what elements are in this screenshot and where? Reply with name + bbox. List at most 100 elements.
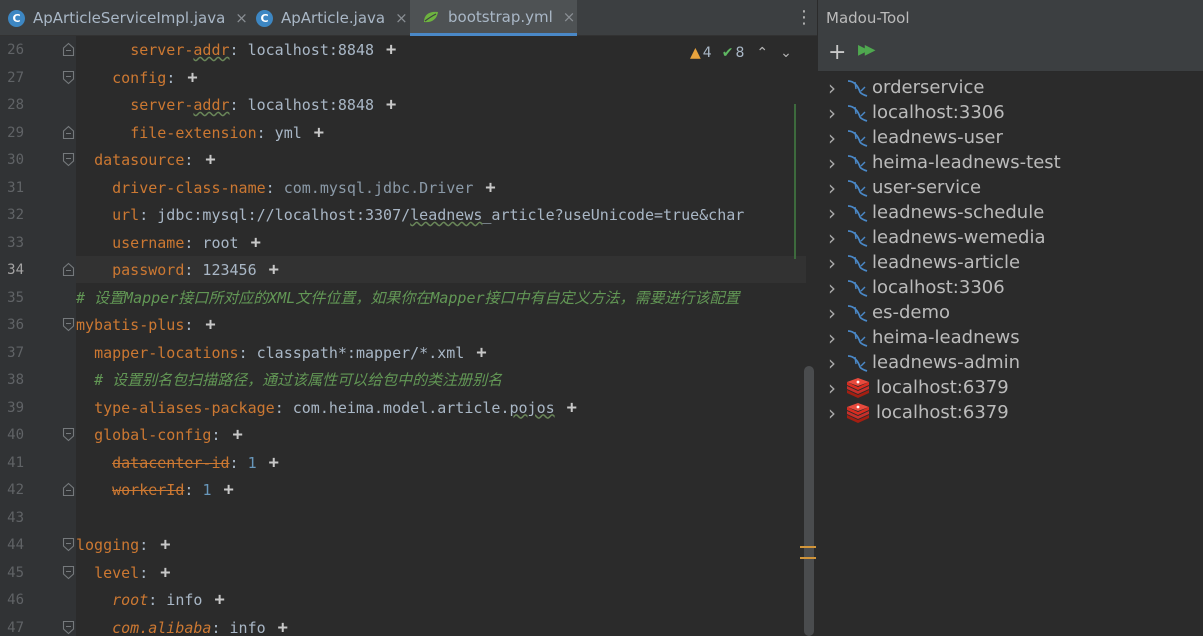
fold-start-icon[interactable] [62, 152, 75, 167]
tree-item-connection[interactable]: › localhost:3306 [818, 100, 1005, 125]
close-icon[interactable]: × [395, 9, 408, 27]
add-property-icon[interactable]: + [485, 178, 495, 198]
add-property-icon[interactable]: + [278, 618, 288, 636]
chevron-right-icon[interactable]: › [818, 326, 846, 350]
code-line[interactable]: type-aliases-package: com.heima.model.ar… [76, 395, 577, 422]
add-property-icon[interactable]: + [205, 315, 215, 335]
line-number: 31 [7, 179, 24, 196]
code-line[interactable]: password: 123456 + [76, 257, 279, 284]
add-property-icon[interactable]: + [205, 150, 215, 170]
chevron-down-icon[interactable]: ⌄ [780, 45, 792, 61]
fold-end-icon[interactable] [62, 262, 75, 277]
tree-item-connection[interactable]: › heima-leadnews [818, 325, 1020, 350]
code-line[interactable]: driver-class-name: com.mysql.jdbc.Driver… [76, 175, 496, 202]
add-property-icon[interactable]: + [314, 123, 324, 143]
tree-item-connection[interactable]: › leadnews-admin [818, 350, 1020, 375]
fold-start-icon[interactable] [62, 537, 75, 552]
add-property-icon[interactable]: + [269, 453, 279, 473]
code-line[interactable]: mapper-locations: classpath*:mapper/*.xm… [76, 340, 487, 367]
code-line[interactable]: level: + [76, 560, 170, 587]
add-property-icon[interactable]: + [476, 343, 486, 363]
code-line[interactable]: workerId: 1 + [76, 477, 234, 504]
chevron-right-icon[interactable]: › [818, 201, 846, 225]
add-icon[interactable]: + [828, 40, 846, 66]
chevron-right-icon[interactable]: › [818, 401, 846, 425]
code-line[interactable]: logging: + [76, 532, 171, 559]
tree-item-connection[interactable]: › user-service [818, 175, 981, 200]
chevron-up-icon[interactable]: ⌃ [756, 45, 768, 61]
code-line[interactable]: file-extension: yml + [76, 120, 324, 147]
tree-item-connection[interactable]: › localhost:6379 [818, 375, 1009, 400]
add-property-icon[interactable]: + [160, 535, 170, 555]
add-property-icon[interactable]: + [386, 40, 396, 60]
add-property-icon[interactable]: + [160, 563, 170, 583]
tree-item-connection[interactable]: › leadnews-schedule [818, 200, 1044, 225]
fold-start-icon[interactable] [62, 565, 75, 580]
code-line[interactable]: root: info + [76, 587, 225, 614]
chevron-right-icon[interactable]: › [818, 376, 846, 400]
chevron-right-icon[interactable]: › [818, 301, 846, 325]
chevron-right-icon[interactable]: › [818, 101, 846, 125]
code-editor[interactable]: C ApArticleServiceImpl.java × C ApArticl… [0, 0, 817, 636]
inspection-status[interactable]: ▲ 4 ✔ 8 ⌃ ⌄ [690, 42, 792, 64]
tab-ap-article[interactable]: C ApArticle.java × [248, 0, 410, 36]
tree-item-connection[interactable]: › localhost:3306 [818, 275, 1005, 300]
chevron-right-icon[interactable]: › [818, 276, 846, 300]
add-property-icon[interactable]: + [567, 398, 577, 418]
code-line[interactable]: url: jdbc:mysql://localhost:3307/leadnew… [76, 202, 744, 229]
add-property-icon[interactable]: + [187, 68, 197, 88]
code-line[interactable]: mybatis-plus: + [76, 312, 216, 339]
add-property-icon[interactable]: + [251, 233, 261, 253]
close-icon[interactable]: × [235, 9, 248, 27]
code-line[interactable]: config: + [76, 65, 197, 92]
code-line[interactable]: com.alibaba: info + [76, 615, 288, 636]
tree-item-label: leadnews-article [872, 252, 1021, 273]
code-line[interactable]: global-config: + [76, 422, 243, 449]
tree-item-connection[interactable]: › leadnews-user [818, 125, 1003, 150]
add-property-icon[interactable]: + [233, 425, 243, 445]
code-line[interactable]: # 设置别名包扫描路径，通过该属性可以给包中的类注册别名 [76, 367, 502, 394]
chevron-right-icon[interactable]: › [818, 351, 846, 375]
error-stripe-marker[interactable] [800, 546, 816, 548]
code-line[interactable]: # 设置Mapper接口所对应的XML文件位置，如果你在Mapper接口中有自定… [76, 285, 740, 312]
fold-start-icon[interactable] [62, 427, 75, 442]
code-line[interactable]: server-addr: localhost:8848 + [76, 92, 396, 119]
code-token: : [166, 68, 176, 87]
run-all-icon[interactable]: ▶▶ [858, 42, 875, 58]
tab-bootstrap-yml[interactable]: bootstrap.yml × [410, 0, 577, 36]
add-property-icon[interactable]: + [269, 260, 279, 280]
close-icon[interactable]: × [563, 8, 576, 26]
tab-ap-article-service-impl[interactable]: C ApArticleServiceImpl.java × [0, 0, 248, 36]
tree-item-connection[interactable]: › orderservice [818, 75, 984, 100]
tree-item-connection[interactable]: › localhost:6379 [818, 400, 1009, 425]
fold-start-icon[interactable] [62, 620, 75, 635]
connection-tree[interactable]: › orderservice › localhost:3306 › leadnews-us… [818, 71, 1203, 636]
more-icon[interactable]: ⋮ [795, 8, 813, 28]
chevron-right-icon[interactable]: › [818, 176, 846, 200]
tree-item-connection[interactable]: › heima-leadnews-test [818, 150, 1061, 175]
tree-item-label: user-service [872, 177, 982, 198]
code-line[interactable]: server-addr: localhost:8848 + [76, 37, 396, 64]
tree-item-connection[interactable]: › leadnews-article [818, 250, 1020, 275]
tree-item-connection[interactable]: › leadnews-wemedia [818, 225, 1045, 250]
code-line[interactable]: datacenter-id: 1 + [76, 450, 279, 477]
tree-item-connection[interactable]: › es-demo [818, 300, 950, 325]
fold-end-icon[interactable] [62, 125, 75, 140]
add-property-icon[interactable]: + [386, 95, 396, 115]
code-line[interactable]: username: root + [76, 230, 261, 257]
add-property-icon[interactable]: + [223, 480, 233, 500]
add-property-icon[interactable]: + [214, 590, 224, 610]
chevron-right-icon[interactable]: › [818, 76, 846, 100]
mysql-icon [847, 329, 868, 347]
fold-end-icon[interactable] [62, 482, 75, 497]
vertical-scrollbar[interactable] [804, 366, 814, 636]
fold-start-icon[interactable] [62, 317, 75, 332]
chevron-right-icon[interactable]: › [818, 251, 846, 275]
fold-end-icon[interactable] [62, 42, 75, 57]
chevron-right-icon[interactable]: › [818, 151, 846, 175]
chevron-right-icon[interactable]: › [818, 126, 846, 150]
code-line[interactable]: datasource: + [76, 147, 216, 174]
fold-start-icon[interactable] [62, 70, 75, 85]
error-stripe-marker[interactable] [800, 557, 816, 559]
chevron-right-icon[interactable]: › [818, 226, 846, 250]
